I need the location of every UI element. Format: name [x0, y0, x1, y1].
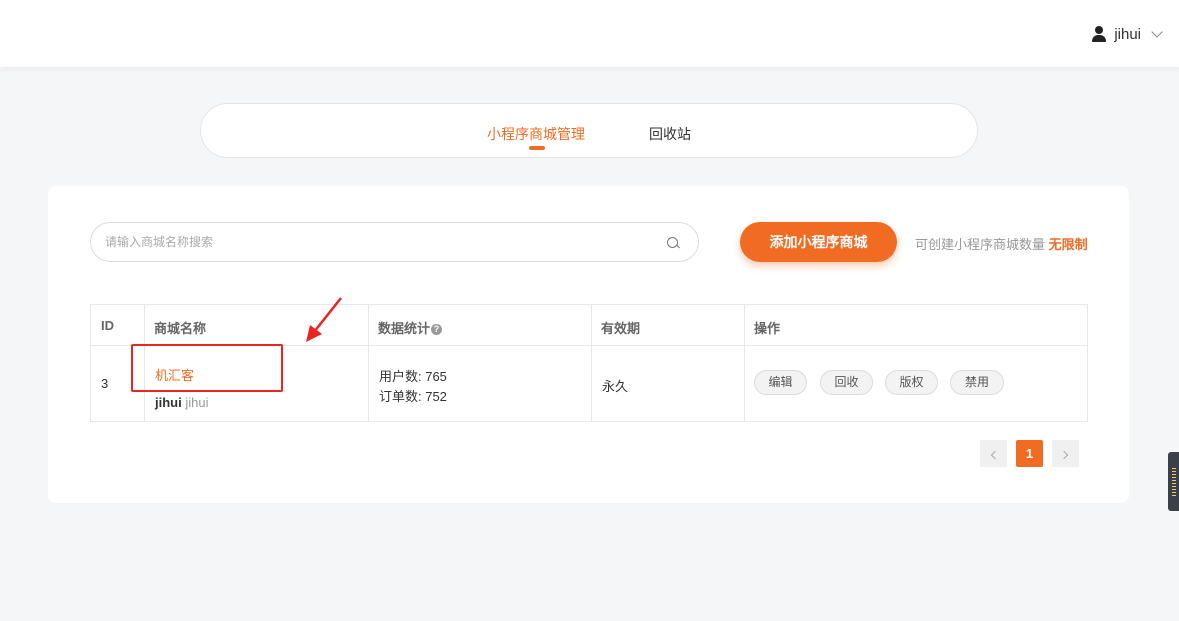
header-id: ID — [101, 318, 114, 333]
user-icon — [1092, 26, 1107, 42]
copyright-button[interactable]: 版权 — [885, 370, 938, 395]
tab-recycle-bin[interactable]: 回收站 — [649, 124, 691, 144]
column-divider — [591, 305, 592, 421]
search-icon[interactable] — [667, 237, 678, 248]
tab-bar: 小程序商城管理 回收站 — [200, 103, 978, 158]
tab-shop-management[interactable]: 小程序商城管理 — [487, 124, 585, 144]
annotation-arrow-icon — [306, 297, 342, 342]
user-count: 用户数: 765 — [379, 369, 447, 384]
next-page-button[interactable] — [1052, 440, 1079, 467]
chevron-down-icon — [1151, 26, 1163, 38]
column-divider — [368, 305, 369, 421]
owner-account: jihui — [155, 395, 182, 410]
help-icon[interactable]: ? — [431, 324, 443, 335]
owner-nickname: jihui — [185, 395, 209, 410]
order-count: 订单数: 752 — [379, 389, 447, 404]
table-header-row — [91, 305, 1087, 346]
header-validity: 有效期 — [601, 321, 641, 336]
header-shop-name: 商城名称 — [154, 321, 207, 336]
recycle-button[interactable]: 回收 — [820, 370, 873, 395]
edit-button[interactable]: 编辑 — [754, 370, 807, 395]
quota-value: 无限制 — [1048, 237, 1088, 252]
annotation-highlight-box — [131, 344, 283, 392]
header-stats: 数据统计? — [378, 318, 443, 337]
chevron-right-icon — [1059, 450, 1069, 460]
validity-value: 永久 — [602, 379, 629, 394]
column-divider — [744, 305, 745, 421]
header-actions: 操作 — [754, 321, 781, 336]
header-stats-label: 数据统计 — [378, 321, 431, 336]
row-id: 3 — [101, 376, 109, 391]
top-bar: jihui — [0, 0, 1179, 67]
chevron-left-icon — [990, 450, 1000, 460]
shop-owner: jihui jihui — [155, 395, 208, 410]
quota-label: 可创建小程序商城数量 — [915, 237, 1046, 252]
active-tab-indicator — [529, 146, 545, 150]
page-1-button[interactable]: 1 — [1016, 440, 1043, 467]
quota-info: 可创建小程序商城数量 无限制 — [915, 234, 1088, 253]
username: jihui — [1114, 25, 1141, 43]
user-menu[interactable]: jihui — [1092, 22, 1163, 46]
prev-page-button[interactable] — [980, 440, 1007, 467]
search-input[interactable] — [105, 232, 645, 252]
add-shop-button[interactable]: 添加小程序商城 — [740, 222, 897, 262]
disable-button[interactable]: 禁用 — [950, 370, 1004, 395]
search-box — [90, 222, 699, 262]
side-widget-handle[interactable] — [1168, 452, 1179, 511]
